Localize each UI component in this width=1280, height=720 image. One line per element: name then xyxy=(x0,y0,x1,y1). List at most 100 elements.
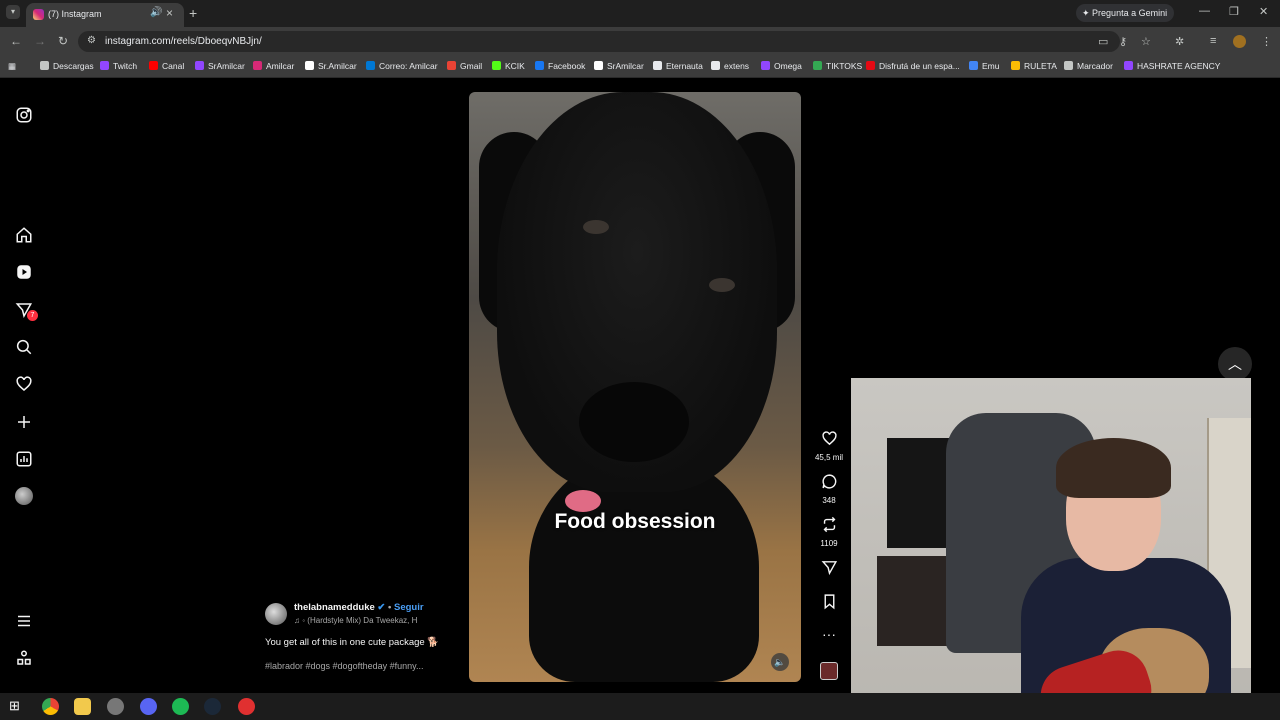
bookmark-item[interactable]: Sr.Amilcar xyxy=(305,61,357,71)
bookmark-item[interactable]: Disfrutá de un espa... xyxy=(866,61,960,71)
more-options-button[interactable]: ··· xyxy=(813,626,845,642)
bookmark-item[interactable]: TIKTOKS xyxy=(813,61,862,71)
spotify-taskbar-icon[interactable] xyxy=(172,698,189,715)
restore-icon[interactable]: ❐ xyxy=(1229,5,1239,18)
bookmark-icon xyxy=(824,594,834,610)
bookmark-item[interactable]: Eternauta xyxy=(653,61,703,71)
windows-taskbar: ⊞ xyxy=(0,693,1280,720)
music-title: (Hardstyle Mix) Da Tweekaz, H xyxy=(307,616,418,625)
bookmark-favicon-icon xyxy=(761,61,770,70)
bookmark-favicon-icon xyxy=(149,61,158,70)
bookmark-item[interactable]: RULETA xyxy=(1011,61,1057,71)
bookmark-favicon-icon xyxy=(492,61,501,70)
previous-reel-button[interactable]: ︿ xyxy=(1218,347,1252,381)
save-button[interactable] xyxy=(813,593,845,615)
reel-video[interactable]: Food obsession 🔈 xyxy=(469,92,801,682)
bookmark-label: Emu xyxy=(982,61,1000,71)
bookmark-label: KCIK xyxy=(505,61,525,71)
profile-avatar-icon[interactable] xyxy=(1233,35,1246,48)
profile-avatar[interactable] xyxy=(15,487,33,505)
back-icon[interactable]: ← xyxy=(10,34,22,48)
tab-search-button[interactable]: ▾ xyxy=(6,5,20,19)
author-avatar[interactable] xyxy=(265,603,287,625)
bookmark-item[interactable]: SrAmilcar xyxy=(594,61,644,71)
video-caption: Food obsession xyxy=(554,510,716,533)
dashboard-icon[interactable] xyxy=(15,450,33,468)
bookmark-item[interactable]: Omega xyxy=(761,61,802,71)
obs-taskbar-icon[interactable] xyxy=(238,698,255,715)
home-icon[interactable] xyxy=(15,226,33,244)
minimize-icon[interactable]: — xyxy=(1199,5,1210,17)
dog-eye-right xyxy=(709,278,735,292)
apps-grid-icon[interactable]: ▦ xyxy=(8,61,16,72)
author-name[interactable]: thelabnamedduke xyxy=(294,602,375,613)
extensions-icon[interactable]: ✲ xyxy=(1175,35,1184,48)
repost-icon xyxy=(823,516,835,533)
like-button[interactable]: 45,5 mil xyxy=(813,430,845,462)
post-description: You get all of this in one cute package … xyxy=(265,637,440,648)
speaker-icon[interactable]: 🔊 xyxy=(150,7,162,18)
repost-button[interactable]: 1109 xyxy=(813,516,845,548)
forward-icon[interactable]: → xyxy=(34,34,46,48)
new-tab-button[interactable]: + xyxy=(189,5,197,21)
close-tab-icon[interactable]: × xyxy=(166,6,173,20)
close-window-icon[interactable]: ✕ xyxy=(1259,5,1268,18)
site-info-icon[interactable]: ⚙ xyxy=(87,35,96,46)
follow-button[interactable]: Seguir xyxy=(394,602,424,613)
menu-icon[interactable] xyxy=(15,612,33,630)
bookmark-label: TIKTOKS xyxy=(826,61,863,71)
bookmark-item[interactable]: Facebook xyxy=(535,61,585,71)
kebab-menu-icon[interactable]: ⋮ xyxy=(1261,35,1272,48)
instagram-logo-icon[interactable] xyxy=(15,106,33,124)
audio-thumbnail[interactable] xyxy=(820,662,838,680)
reload-icon[interactable]: ↻ xyxy=(58,34,68,48)
comment-icon xyxy=(821,474,836,489)
post-hashtags[interactable]: #labrador #dogs #dogoftheday #funny... xyxy=(265,661,423,671)
heart-icon[interactable] xyxy=(15,375,33,393)
repost-count: 1109 xyxy=(820,539,838,548)
bookmark-item[interactable]: SrAmilcar xyxy=(195,61,245,71)
bookmark-item[interactable]: extens xyxy=(711,61,749,71)
bookmark-item[interactable]: Amilcar xyxy=(253,61,294,71)
bookmark-item[interactable]: Descargas xyxy=(40,61,94,71)
bookmark-favicon-icon xyxy=(40,61,49,70)
discord-taskbar-icon[interactable] xyxy=(140,698,157,715)
bookmark-label: Canal xyxy=(162,61,185,71)
music-info[interactable]: ♫ ◦ (Hardstyle Mix) Da Tweekaz, H xyxy=(294,616,434,625)
bookmark-favicon-icon xyxy=(653,61,662,70)
dog-eye-left xyxy=(583,220,609,234)
password-key-icon[interactable]: ⚷ xyxy=(1119,35,1127,48)
bookmark-item[interactable]: HASHRATE AGENCY xyxy=(1124,61,1220,71)
share-button[interactable] xyxy=(813,559,845,581)
bookmark-item[interactable]: KCIK xyxy=(492,61,525,71)
bookmark-item[interactable]: Correo: Amilcar xyxy=(366,61,438,71)
bookmark-item[interactable]: Gmail xyxy=(447,61,482,71)
chrome-taskbar-icon[interactable] xyxy=(42,698,59,715)
bookmark-favicon-icon xyxy=(305,61,314,70)
bookmark-favicon-icon xyxy=(1064,61,1073,70)
media-icon[interactable]: ≡ xyxy=(1210,35,1216,47)
windows-start-icon[interactable]: ⊞ xyxy=(9,698,26,715)
bookmark-star-icon[interactable]: ☆ xyxy=(1141,35,1151,48)
more-icon[interactable] xyxy=(15,649,33,667)
bookmark-item[interactable]: Canal xyxy=(149,61,184,71)
bookmark-item[interactable]: Marcador xyxy=(1064,61,1113,71)
cast-icon[interactable]: ▭ xyxy=(1098,35,1108,48)
steam-taskbar-icon[interactable] xyxy=(204,698,221,715)
bookmark-item[interactable]: Twitch xyxy=(100,61,137,71)
gemini-button[interactable]: ✦ Pregunta a Gemini xyxy=(1076,4,1174,22)
comment-button[interactable]: 348 xyxy=(813,473,845,505)
search-icon[interactable] xyxy=(15,338,33,356)
bookmark-favicon-icon xyxy=(100,61,109,70)
mute-button[interactable]: 🔈 xyxy=(771,653,789,671)
app-taskbar-icon[interactable] xyxy=(107,698,124,715)
bookmark-favicon-icon xyxy=(1011,61,1020,70)
reels-icon[interactable] xyxy=(15,263,33,281)
tab-instagram[interactable]: (7) Instagram 🔊 × xyxy=(26,3,184,27)
address-bar[interactable]: ⚙ instagram.com/reels/DboeqvNBJjn/ xyxy=(78,31,1120,52)
tab-title: (7) Instagram xyxy=(48,9,102,19)
file-explorer-icon[interactable] xyxy=(74,698,91,715)
bookmark-item[interactable]: Emu xyxy=(969,61,999,71)
create-icon[interactable] xyxy=(15,413,33,431)
bookmark-label: Sr.Amilcar xyxy=(318,61,357,71)
